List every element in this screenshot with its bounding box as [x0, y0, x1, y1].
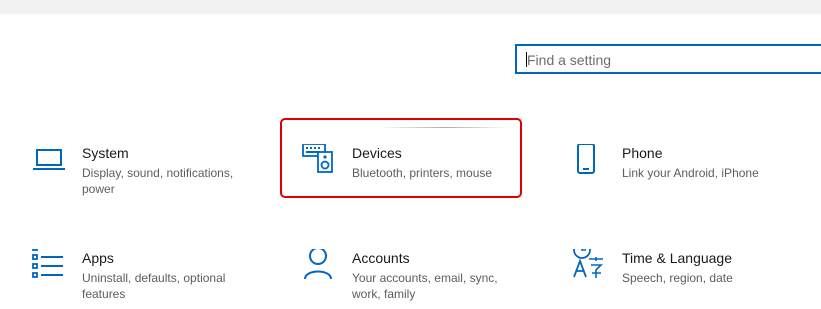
settings-tile-devices[interactable]: Devices Bluetooth, printers, mouse	[302, 144, 522, 194]
devices-icon	[302, 144, 333, 173]
tile-title: Time & Language	[622, 250, 732, 266]
tile-title: Devices	[352, 145, 402, 161]
time-language-icon	[573, 249, 603, 278]
phone-icon	[577, 144, 595, 174]
tile-title: System	[82, 145, 129, 161]
tile-description: Your accounts, email, sync, work, family	[352, 271, 498, 301]
title-bar	[0, 0, 821, 14]
tile-description: Uninstall, defaults, optional features	[82, 271, 226, 301]
tile-description: Display, sound, notifications, power	[82, 166, 234, 196]
tile-description: Bluetooth, printers, mouse	[352, 166, 493, 180]
settings-tile-time-language[interactable]: Time & Language Speech, region, date	[572, 249, 792, 299]
settings-tile-phone[interactable]: Phone Link your Android, iPhone	[572, 144, 792, 194]
laptop-icon	[33, 149, 65, 170]
apps-list-icon	[32, 249, 63, 278]
settings-tile-system[interactable]: System Display, sound, notifications, po…	[32, 144, 252, 204]
settings-tile-apps[interactable]: Apps Uninstall, defaults, optional featu…	[32, 249, 252, 309]
tile-description: Link your Android, iPhone	[622, 166, 759, 180]
tile-description: Speech, region, date	[622, 271, 733, 285]
search-input[interactable]	[527, 50, 807, 70]
search-box[interactable]	[515, 44, 821, 74]
tile-title: Phone	[622, 145, 663, 161]
tile-title: Accounts	[352, 250, 410, 266]
hover-indicator	[380, 127, 510, 128]
person-icon	[304, 249, 332, 280]
settings-tile-accounts[interactable]: Accounts Your accounts, email, sync, wor…	[302, 249, 522, 309]
tile-title: Apps	[82, 250, 114, 266]
